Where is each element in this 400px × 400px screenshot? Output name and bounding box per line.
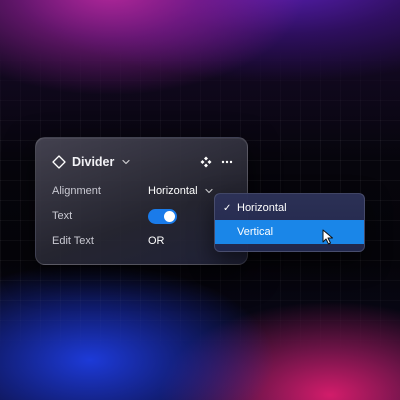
option-label: Horizontal <box>237 202 287 214</box>
alignment-dropdown-menu: ✓ Horizontal Vertical <box>214 193 365 252</box>
edit-text-input[interactable]: OR <box>148 235 165 247</box>
property-label: Edit Text <box>52 235 94 247</box>
header-actions <box>200 156 233 168</box>
check-icon: ✓ <box>223 202 232 214</box>
option-label: Vertical <box>237 226 274 238</box>
dropdown-option-vertical[interactable]: Vertical <box>215 220 364 244</box>
toggle-track <box>148 208 177 224</box>
component-set-icon[interactable] <box>200 156 212 168</box>
text-toggle[interactable] <box>148 208 177 224</box>
alignment-select[interactable]: Horizontal <box>148 185 214 197</box>
property-row-alignment: Alignment Horizontal <box>52 182 233 200</box>
component-title[interactable]: Divider <box>72 155 114 169</box>
property-row-edit-text: Edit Text OR <box>52 232 233 250</box>
property-label: Alignment <box>52 185 101 197</box>
toggle-knob <box>164 210 175 222</box>
mouse-pointer-icon <box>322 229 333 245</box>
component-diamond-icon <box>52 155 66 169</box>
chevron-down-icon[interactable] <box>121 157 131 167</box>
property-label: Text <box>52 210 73 222</box>
alignment-value: Horizontal <box>148 185 198 197</box>
panel-header: Divider <box>52 152 233 172</box>
dropdown-option-horizontal[interactable]: ✓ Horizontal <box>215 196 364 220</box>
chevron-down-icon <box>204 186 214 196</box>
property-row-text: Text <box>52 207 233 225</box>
more-icon[interactable] <box>221 160 233 164</box>
